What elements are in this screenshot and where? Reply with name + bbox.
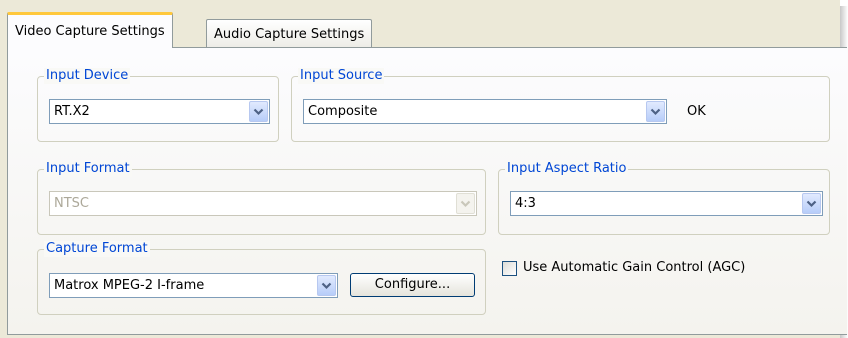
- configure-button[interactable]: Configure...: [350, 273, 475, 297]
- tab-video-capture-settings[interactable]: Video Capture Settings: [7, 12, 173, 48]
- input-source-title: Input Source: [298, 68, 385, 84]
- input-format-select[interactable]: NTSC: [49, 191, 477, 216]
- tab-label: Video Capture Settings: [15, 24, 165, 39]
- capture-format-group: Capture Format Matrox MPEG-2 I-frame Con…: [37, 241, 486, 315]
- input-aspect-ratio-title: Input Aspect Ratio: [505, 161, 629, 177]
- chevron-down-icon[interactable]: [317, 275, 336, 296]
- input-aspect-ratio-select[interactable]: 4:3: [510, 191, 823, 216]
- capture-format-value: Matrox MPEG-2 I-frame: [54, 278, 205, 293]
- input-source-select[interactable]: Composite: [303, 99, 667, 124]
- input-source-group: Input Source Composite OK: [291, 68, 830, 142]
- input-format-title: Input Format: [44, 161, 132, 177]
- agc-label[interactable]: Use Automatic Gain Control (AGC): [523, 260, 745, 276]
- input-aspect-ratio-group: Input Aspect Ratio 4:3: [498, 161, 830, 235]
- chevron-down-icon[interactable]: [646, 101, 665, 122]
- video-capture-settings-panel: Input Device RT.X2 Input Source Composit…: [7, 47, 847, 335]
- input-aspect-ratio-value: 4:3: [515, 196, 536, 211]
- input-source-value: Composite: [308, 104, 378, 119]
- chevron-down-icon[interactable]: [802, 193, 821, 214]
- capture-format-title: Capture Format: [44, 241, 150, 257]
- input-device-group: Input Device RT.X2: [37, 68, 279, 142]
- input-device-select[interactable]: RT.X2: [49, 99, 270, 124]
- tab-audio-capture-settings[interactable]: Audio Capture Settings: [206, 19, 373, 49]
- chevron-down-icon: [456, 193, 475, 214]
- input-format-value: NTSC: [54, 196, 89, 211]
- capture-format-select[interactable]: Matrox MPEG-2 I-frame: [49, 273, 338, 298]
- input-source-status: OK: [687, 104, 706, 119]
- agc-checkbox[interactable]: [502, 261, 517, 276]
- input-device-title: Input Device: [44, 68, 131, 84]
- input-format-group: Input Format NTSC: [37, 161, 486, 235]
- tab-label: Audio Capture Settings: [214, 27, 365, 42]
- input-device-value: RT.X2: [54, 104, 90, 119]
- chevron-down-icon[interactable]: [249, 101, 268, 122]
